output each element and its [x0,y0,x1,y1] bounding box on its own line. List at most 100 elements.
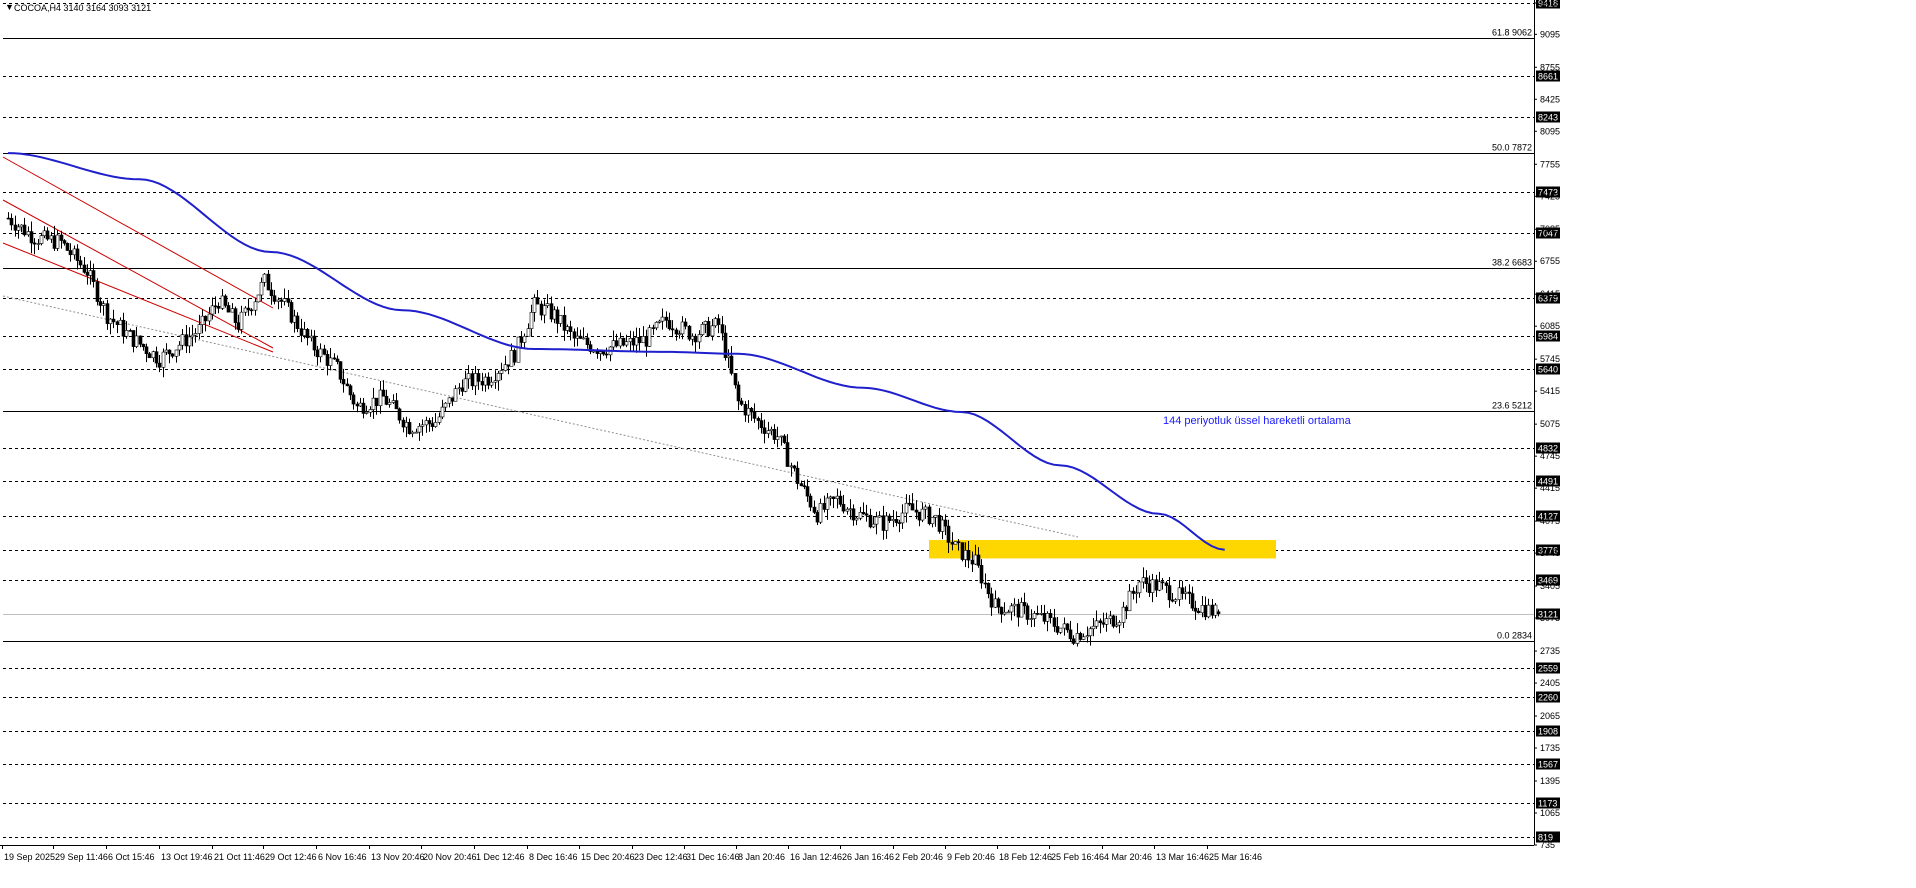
x-tick-label: 18 Feb 12:46 [999,852,1052,862]
ema-annotation: 144 periyotluk üssel hareketli ortalama [1163,415,1352,427]
y-tick-label: 3405 [1540,581,1560,591]
candle-body [697,334,702,343]
candle-body [269,289,274,297]
candle-body [963,550,968,560]
candle-body [397,408,402,421]
candle-body [693,335,698,343]
candle-body [68,250,73,256]
y-tick-label: 2405 [1540,678,1560,688]
candle-body [391,400,396,403]
candle-body [193,333,198,336]
candle-body [581,337,586,340]
x-tick-label: 1 Dec 12:46 [476,852,525,862]
candle-body [894,519,899,523]
candle-body [259,282,264,296]
candle-body [282,298,287,302]
candle-body [151,351,156,359]
candle-body [789,465,794,468]
candle-body [993,598,998,608]
candle-body [410,431,415,435]
candle-body [216,306,221,309]
y-tick-label: 4415 [1540,483,1560,493]
candle-body [1081,636,1086,640]
candle-body [118,319,123,325]
candle-body [437,416,442,423]
candle-body [654,321,659,329]
candle-body [489,381,494,386]
candle-body [762,427,767,434]
x-tick-label: 16 Jan 12:46 [790,852,842,862]
candle-body [256,294,261,303]
candle-body [752,411,757,419]
level-label: 1908 [1538,727,1558,737]
candle-body [881,515,886,531]
x-tick-label: 20 Nov 20:46 [423,852,477,862]
x-tick-label: 19 Sep 2025 [4,852,55,862]
candle-body [766,430,771,434]
candle-body [917,511,922,521]
candle-body [26,231,31,236]
candle-body [1006,611,1011,614]
candle-body [785,442,790,467]
candle-body [759,420,764,429]
candle-body [414,431,419,434]
candle-body [568,326,573,332]
x-tick-label: 13 Oct 19:46 [161,852,213,862]
candle-body [920,508,925,521]
candle-body [621,337,626,346]
x-tick-label: 15 Dec 20:46 [581,852,635,862]
candle-body [332,357,337,360]
candle-body [427,420,432,424]
y-tick-label: 1395 [1540,776,1560,786]
candle-body [516,336,521,363]
candle-body [164,349,169,353]
x-tick-label: 29 Oct 12:46 [265,852,317,862]
candle-body [207,313,212,322]
candle-body [660,316,665,322]
y-tick-label: 6085 [1540,321,1560,331]
candle-body [940,519,945,532]
dropdown-arrow-icon[interactable]: ▼ [5,2,14,12]
candle-body [371,397,376,410]
candle-body [1045,613,1050,622]
candle-body [55,234,60,249]
candle-body [509,350,514,367]
y-tick-label: 6755 [1540,256,1560,266]
candle-body [562,314,567,331]
candle-body [361,402,366,414]
candle-body [1039,613,1044,615]
candle-body [999,606,1004,615]
candle-body [450,397,455,402]
candle-body [1124,606,1129,612]
candle-body [249,309,254,312]
candle-body [891,519,896,521]
candle-body [848,508,853,511]
x-tick-label: 29 Sep 11:46 [55,852,108,862]
candle-body [1068,629,1073,640]
candle-body [1170,599,1175,602]
candle-body [726,355,731,358]
y-tick-label: 2735 [1540,646,1560,656]
candle-body [302,329,307,336]
candle-body [453,388,458,402]
candle-body [1108,615,1113,619]
candle-body [647,327,652,347]
candle-body [683,321,688,327]
candle-body [634,337,639,346]
candle-body [387,402,392,405]
candle-body [828,496,833,499]
price-chart[interactable]: 61.8 9062 50.0 7872 38.2 6683 23.6 5212 0.0 … [0,0,1916,888]
candle-body [463,378,468,392]
candle-body [486,376,491,386]
y-tick-label: 8095 [1540,126,1560,136]
candle-body [1088,628,1093,636]
candle-body [239,311,244,330]
candle-body [1117,622,1122,626]
chart-header: ▼ COCOA,H4 3140 3164 3093 3121 [5,2,151,13]
y-tick-label: 8755 [1540,62,1560,72]
candle-body [595,350,600,354]
candle-body [831,496,836,499]
candle-body [795,467,800,484]
candle-body [65,242,70,251]
candle-body [825,497,830,510]
